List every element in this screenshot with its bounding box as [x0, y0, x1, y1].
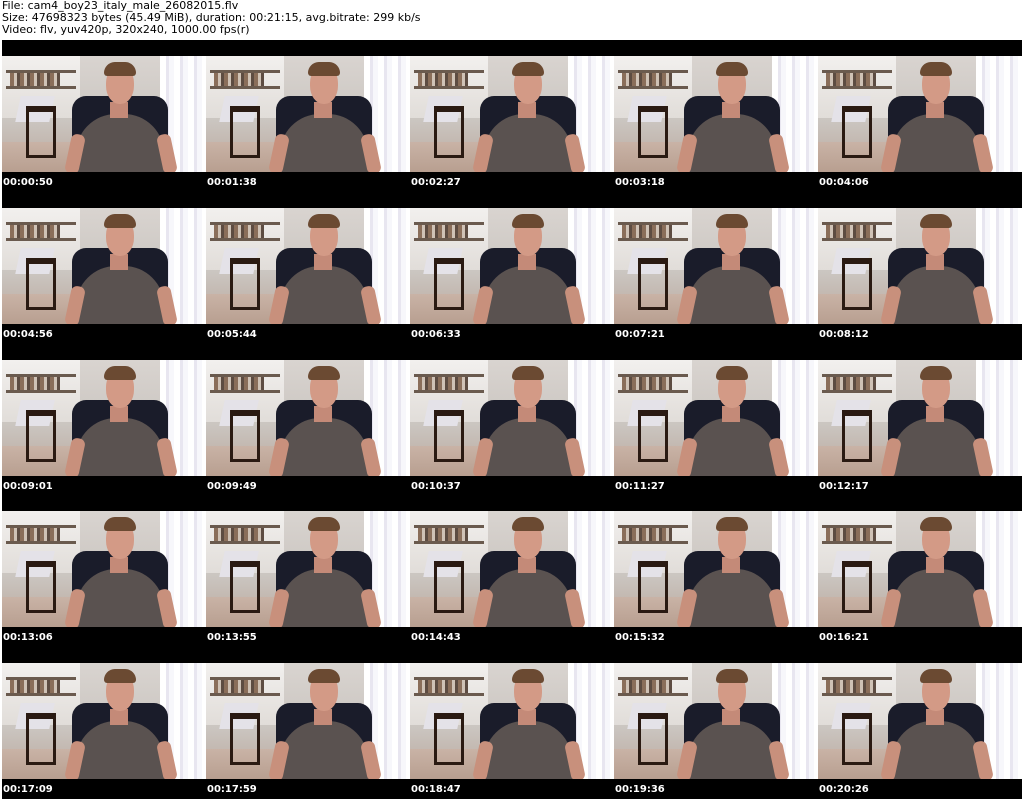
thumbnail-cell: 00:09:49 [206, 344, 410, 496]
video-frame-image [614, 359, 818, 476]
video-frame-image [2, 663, 206, 780]
thumbnail-cell: 00:12:17 [818, 344, 1022, 496]
thumbnail-cell: 00:01:38 [206, 40, 410, 192]
frame-timestamp: 00:10:37 [411, 480, 461, 492]
thumbnail-cell: 00:13:55 [206, 495, 410, 647]
thumbnail-cell: 00:05:44 [206, 192, 410, 344]
video-frame-image [818, 663, 1022, 780]
thumbnail-cell: 00:04:56 [2, 192, 206, 344]
frame-timestamp: 00:09:49 [207, 480, 257, 492]
frame-timestamp: 00:20:26 [819, 784, 869, 796]
video-frame-image [206, 207, 410, 324]
video-frame-image [614, 207, 818, 324]
frame-timestamp: 00:13:55 [207, 632, 257, 644]
video-frame-image [614, 663, 818, 780]
frame-timestamp: 00:04:06 [819, 177, 869, 188]
frame-timestamp: 00:01:38 [207, 177, 257, 188]
frame-timestamp: 00:12:17 [819, 480, 869, 492]
frame-timestamp: 00:07:21 [615, 328, 665, 340]
thumbnail-cell: 00:07:21 [614, 192, 818, 344]
video-frame-image [206, 56, 410, 172]
video-frame-image [410, 359, 614, 476]
frame-timestamp: 00:18:47 [411, 784, 461, 796]
thumbnail-cell: 00:06:33 [410, 192, 614, 344]
video-frame-image [2, 359, 206, 476]
thumbnail-cell: 00:09:01 [2, 344, 206, 496]
video-frame-image [2, 511, 206, 628]
video-frame-image [206, 663, 410, 780]
video-frame-image [410, 207, 614, 324]
video-frame-image [614, 511, 818, 628]
video-frame-image [206, 359, 410, 476]
frame-timestamp: 00:13:06 [3, 632, 53, 644]
video-frame-image [818, 207, 1022, 324]
thumbnail-cell: 00:16:21 [818, 495, 1022, 647]
thumbnail-cell: 00:03:18 [614, 40, 818, 192]
frame-timestamp: 00:09:01 [3, 480, 53, 492]
thumbnail-grid: 00:00:50 00:01:38 00:02:27 00:03:18 00:04:06… [2, 40, 1022, 799]
frame-timestamp: 00:02:27 [411, 177, 461, 188]
video-frame-image [614, 56, 818, 172]
video-frame-image [410, 56, 614, 172]
thumbnail-cell: 00:08:12 [818, 192, 1022, 344]
thumbnail-cell: 00:10:37 [410, 344, 614, 496]
frame-timestamp: 00:19:36 [615, 784, 665, 796]
frame-timestamp: 00:05:44 [207, 328, 257, 340]
thumbnail-cell: 00:17:59 [206, 647, 410, 799]
thumbnail-cell: 00:20:26 [818, 647, 1022, 799]
thumbnail-cell: 00:17:09 [2, 647, 206, 799]
video-info-line: Video: flv, yuv420p, 320x240, 1000.00 fp… [2, 23, 250, 36]
video-frame-image [2, 56, 206, 172]
frame-timestamp: 00:04:56 [3, 328, 53, 340]
frame-timestamp: 00:06:33 [411, 328, 461, 340]
video-frame-image [410, 511, 614, 628]
frame-timestamp: 00:03:18 [615, 177, 665, 188]
video-frame-image [410, 663, 614, 780]
thumbnail-cell: 00:15:32 [614, 495, 818, 647]
frame-timestamp: 00:16:21 [819, 632, 869, 644]
thumbnail-cell: 00:13:06 [2, 495, 206, 647]
frame-timestamp: 00:15:32 [615, 632, 665, 644]
frame-timestamp: 00:11:27 [615, 480, 665, 492]
frame-timestamp: 00:08:12 [819, 328, 869, 340]
thumbnail-cell: 00:04:06 [818, 40, 1022, 192]
video-frame-image [2, 207, 206, 324]
video-frame-image [818, 359, 1022, 476]
thumbnail-cell: 00:00:50 [2, 40, 206, 192]
video-frame-image [818, 511, 1022, 628]
frame-timestamp: 00:00:50 [3, 177, 53, 188]
video-frame-image [206, 511, 410, 628]
video-frame-image [818, 56, 1022, 172]
thumbnail-cell: 00:14:43 [410, 495, 614, 647]
frame-timestamp: 00:17:59 [207, 784, 257, 796]
thumbnail-cell: 00:18:47 [410, 647, 614, 799]
frame-timestamp: 00:14:43 [411, 632, 461, 644]
thumbnail-cell: 00:19:36 [614, 647, 818, 799]
thumbnail-cell: 00:02:27 [410, 40, 614, 192]
thumbnail-cell: 00:11:27 [614, 344, 818, 496]
frame-timestamp: 00:17:09 [3, 784, 53, 796]
file-info-header: File: cam4_boy23_italy_male_26082015.flv… [2, 0, 1022, 36]
